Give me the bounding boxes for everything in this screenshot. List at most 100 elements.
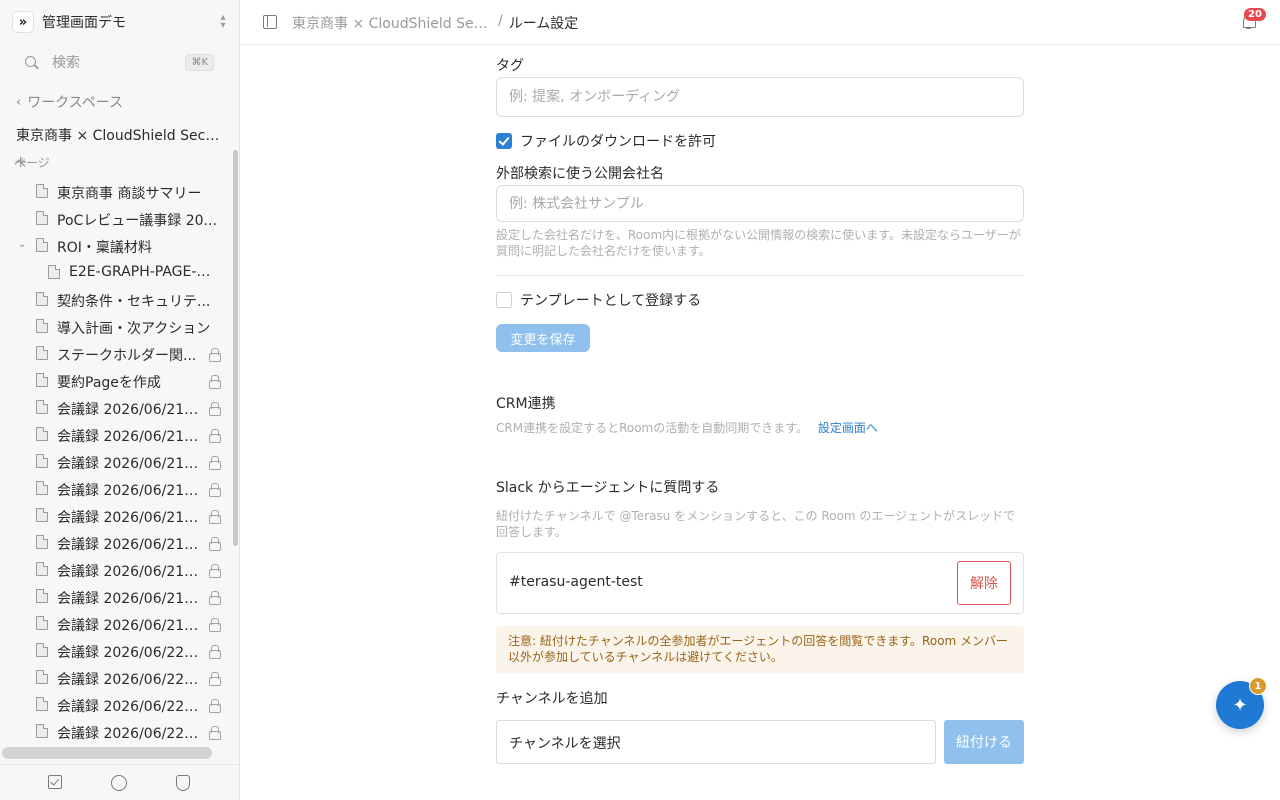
sidebar-page-item[interactable]: 会議録 2026/06/22 1... xyxy=(0,718,232,745)
sidebar-page-item[interactable]: E2E-GRAPH-PAGE-2... xyxy=(0,259,232,286)
pages-section-header: ページ + xyxy=(14,154,218,170)
sidebar-page-item[interactable]: 会議録 2026/06/21 1... xyxy=(0,448,232,475)
sidebar-page-item[interactable]: PoCレビュー議事録 20... xyxy=(0,205,232,232)
chevron-down-icon[interactable]: ⌄ xyxy=(18,239,26,250)
lock-icon xyxy=(209,537,221,551)
company-input[interactable] xyxy=(496,185,1024,222)
save-button[interactable]: 変更を保存 xyxy=(496,324,590,352)
sidebar-page-item[interactable]: 契約条件・セキュリテ... xyxy=(0,286,232,313)
allow-download-label: ファイルのダウンロードを許可 xyxy=(520,134,716,150)
sidebar-page-item[interactable]: 会議録 2026/06/21 1... xyxy=(0,529,232,556)
page-label: 東京商事 商談サマリー xyxy=(57,186,202,202)
document-icon xyxy=(36,454,48,468)
sidebar-page-item[interactable]: 会議録 2026/06/22 0... xyxy=(0,637,232,664)
page-label: 会議録 2026/06/22 0... xyxy=(57,672,202,688)
sidebar-page-item[interactable]: 会議録 2026/06/21 1... xyxy=(0,475,232,502)
back-to-workspace[interactable]: ‹ ワークスペース xyxy=(16,92,123,112)
slack-description: 紐付けたチャンネルで @Terasu をメンションすると、この Room のエー… xyxy=(496,509,1016,539)
shield-icon[interactable] xyxy=(176,775,190,791)
allow-download-checkbox[interactable] xyxy=(496,133,512,149)
tag-label: タグ xyxy=(496,58,524,74)
page-label: 会議録 2026/06/22 0... xyxy=(57,699,202,715)
lock-icon xyxy=(209,591,221,605)
room-name[interactable]: 東京商事 × CloudShield Securi... xyxy=(16,125,226,145)
sidebar-page-item[interactable]: 会議録 2026/06/21 1... xyxy=(0,610,232,637)
document-icon xyxy=(36,184,48,198)
sidebar-vertical-scrollbar[interactable] xyxy=(233,150,238,546)
sidebar: » 管理画面デモ ▴ ▾ 検索 ⌘K ‹ ワークスペース 東京商事 × Cloud… xyxy=(0,0,240,800)
template-checkbox[interactable] xyxy=(496,292,512,308)
linked-channel-card: #terasu-agent-test 解除 xyxy=(496,552,1024,614)
search-shortcut: ⌘K xyxy=(185,53,214,71)
page-label: 会議録 2026/06/22 1... xyxy=(57,726,202,742)
sidebar-page-item[interactable]: ステークホルダー関... xyxy=(0,340,232,367)
document-icon xyxy=(36,508,48,522)
tag-input[interactable] xyxy=(496,77,1024,117)
warning-notice: 注意: 紐付けたチャンネルの全参加者がエージェントの回答を閲覧できます。Room… xyxy=(496,626,1024,673)
link-channel-button[interactable]: 紐付ける xyxy=(944,720,1024,764)
search-input[interactable]: 検索 ⌘K xyxy=(24,50,214,74)
topbar: 東京商事 × CloudShield Secu... / ルーム設定 20 xyxy=(240,0,1280,45)
sidebar-page-item[interactable]: 会議録 2026/06/21 1... xyxy=(0,502,232,529)
sidebar-toggle-icon[interactable] xyxy=(263,15,277,29)
document-icon xyxy=(36,697,48,711)
back-label: ワークスペース xyxy=(27,95,124,111)
document-icon xyxy=(36,562,48,576)
sidebar-page-item[interactable]: 要約Pageを作成 xyxy=(0,367,232,394)
lock-icon xyxy=(209,483,221,497)
breadcrumb-room[interactable]: 東京商事 × CloudShield Secu... xyxy=(292,13,492,33)
page-label: 会議録 2026/06/21 1... xyxy=(57,537,202,553)
page-label: 会議録 2026/06/21 0... xyxy=(57,429,202,445)
assistant-badge: 1 xyxy=(1249,677,1267,695)
page-label: 契約条件・セキュリテ... xyxy=(57,294,211,310)
lock-icon xyxy=(209,456,221,470)
add-channel-label: チャンネルを追加 xyxy=(496,691,608,707)
document-icon xyxy=(36,589,48,603)
page-label: 会議録 2026/06/22 0... xyxy=(57,645,202,661)
workspace-switcher[interactable]: » 管理画面デモ ▴ ▾ xyxy=(12,10,230,34)
tasks-icon[interactable] xyxy=(48,775,62,789)
search-icon xyxy=(24,55,39,70)
document-icon xyxy=(48,265,60,279)
template-label: テンプレートとして登録する xyxy=(520,293,702,309)
sidebar-page-item[interactable]: 会議録 2026/06/22 0... xyxy=(0,664,232,691)
document-icon xyxy=(36,400,48,414)
workspace-logo: » xyxy=(12,11,34,33)
sidebar-page-item[interactable]: 会議録 2026/06/22 0... xyxy=(0,691,232,718)
channel-select[interactable]: チャンネルを選択 xyxy=(496,720,936,764)
chevron-left-icon: ‹ xyxy=(16,94,22,110)
sidebar-page-item[interactable]: 会議録 2026/06/21 1... xyxy=(0,556,232,583)
sidebar-page-item[interactable]: 会議録 2026/06/21 0... xyxy=(0,394,232,421)
lock-icon xyxy=(209,645,221,659)
document-icon xyxy=(36,373,48,387)
sidebar-page-item[interactable]: ⌄ ROI・稟議材料 xyxy=(0,232,232,259)
document-icon xyxy=(36,319,48,333)
lock-icon xyxy=(209,672,221,686)
sidebar-horizontal-scrollbar[interactable] xyxy=(2,747,212,759)
sidebar-page-item[interactable]: 導入計画・次アクション xyxy=(0,313,232,340)
page-label: 要約Pageを作成 xyxy=(57,375,161,391)
breadcrumb-separator: / xyxy=(498,13,503,29)
document-icon xyxy=(36,292,48,306)
sidebar-page-item[interactable]: 会議録 2026/06/21 0... xyxy=(0,421,232,448)
notification-badge: 20 xyxy=(1244,8,1266,21)
unlink-channel-button[interactable]: 解除 xyxy=(957,561,1011,605)
document-icon xyxy=(36,481,48,495)
document-icon xyxy=(36,346,48,360)
lock-icon xyxy=(209,618,221,632)
sidebar-page-item[interactable]: 会議録 2026/06/21 1... xyxy=(0,583,232,610)
page-label: 会議録 2026/06/21 1... xyxy=(57,510,202,526)
chat-icon[interactable] xyxy=(111,775,127,791)
page-label: E2E-GRAPH-PAGE-2... xyxy=(69,264,217,280)
divider xyxy=(496,275,1024,276)
page-label: 会議録 2026/06/21 1... xyxy=(57,564,202,580)
lock-icon xyxy=(209,375,221,389)
search-placeholder: 検索 xyxy=(52,55,80,71)
slack-title: Slack からエージェントに質問する xyxy=(496,480,720,496)
channel-name: #terasu-agent-test xyxy=(509,574,643,590)
breadcrumb-current: ルーム設定 xyxy=(508,16,579,32)
chevron-updown-icon: ▴ ▾ xyxy=(220,12,226,31)
sidebar-page-item[interactable]: 東京商事 商談サマリー xyxy=(0,178,232,205)
document-icon xyxy=(36,670,48,684)
crm-settings-link[interactable]: 設定画面へ xyxy=(818,421,878,435)
